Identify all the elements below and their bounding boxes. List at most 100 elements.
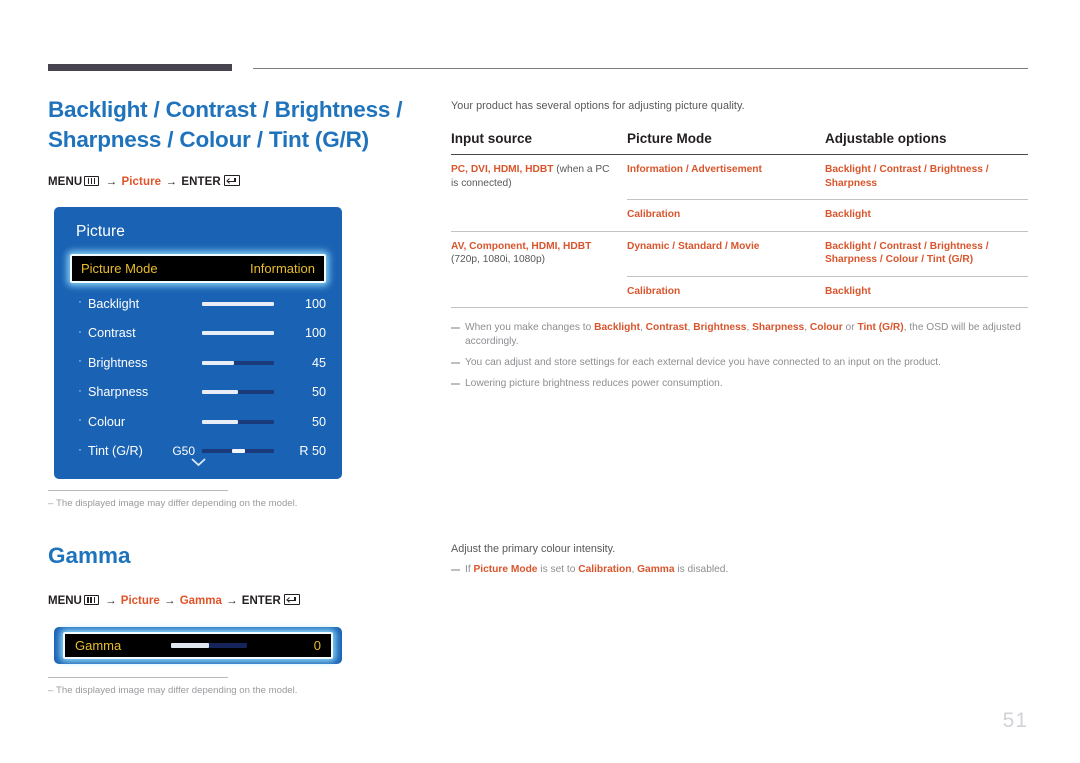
table-header-row: Input source Picture Mode Adjustable opt… <box>451 131 1028 155</box>
osd-row-label: Colour <box>88 414 126 429</box>
menu-icon <box>84 176 100 186</box>
gamma-menu-label: MENU <box>48 595 82 607</box>
header-block <box>48 64 232 71</box>
enter-label: ENTER <box>181 176 221 188</box>
menu-icon <box>83 595 99 605</box>
bullet-icon: · <box>78 412 82 427</box>
gamma-desc-note: If Picture Mode is set to Calibration, G… <box>451 563 971 577</box>
page-title: Backlight / Contrast / Brightness / Shar… <box>48 97 403 152</box>
osd-row-value: 100 <box>304 326 326 341</box>
osd-row-value: 45 <box>311 355 326 370</box>
osd-note: – The displayed image may differ dependin… <box>48 498 297 509</box>
osd-picture-panel: Picture Picture Mode Information · Backli… <box>54 207 342 479</box>
osd-row-value: 50 <box>311 414 326 429</box>
menu-label: MENU <box>48 176 83 188</box>
osd-row-slider[interactable] <box>202 331 274 336</box>
osd-gamma-label: Gamma <box>75 638 122 653</box>
osd-row-slider-wrap <box>136 331 282 336</box>
table-row: AV, Component, HDMI, HDBT (720p, 1080i, … <box>451 230 1028 276</box>
osd-title: Picture <box>76 223 125 240</box>
cell-picture-mode: Calibration <box>627 199 825 231</box>
osd-row[interactable]: · Contrast 100 <box>54 319 342 349</box>
osd-row-slider[interactable] <box>202 419 274 424</box>
left-column: Backlight / Contrast / Brightness / Shar… <box>48 95 433 188</box>
osd-row-slider-wrap <box>125 419 282 424</box>
osd-selected-label: Picture Mode <box>81 261 158 276</box>
header-rule <box>48 64 1028 72</box>
bullet-icon: · <box>78 294 82 309</box>
osd-row-slider-wrap <box>148 390 282 395</box>
arrow-2: → <box>163 595 176 607</box>
cell-adjustable-options: Backlight / Contrast / Brightness / Shar… <box>825 230 1028 276</box>
osd-row[interactable]: · Colour 50 <box>54 407 342 437</box>
bullet-icon: · <box>78 382 82 397</box>
gamma-note: – The displayed image may differ dependin… <box>48 685 297 696</box>
cell-input-source <box>451 276 627 308</box>
intro-text: Your product has several options for adj… <box>451 100 745 112</box>
cell-picture-mode: Dynamic / Standard / Movie <box>627 230 825 276</box>
osd-selected-row-picture-mode[interactable]: Picture Mode Information <box>70 254 326 283</box>
breadcrumb-gamma-path: MENU → Picture → Gamma → ENTER <box>48 594 300 607</box>
cell-input-source <box>451 200 627 232</box>
column-header-adjustable-options: Adjustable options <box>825 131 1028 155</box>
breadcrumb-menu-path: MENU → Picture → ENTER <box>48 175 433 188</box>
chevron-down-icon[interactable] <box>54 456 342 469</box>
note-dash: – <box>48 685 54 696</box>
osd-row-slider[interactable] <box>202 449 274 454</box>
osd-row-slider-wrap <box>139 301 282 306</box>
osd-row-slider[interactable] <box>202 360 274 365</box>
osd-row-label: Contrast <box>88 326 136 341</box>
enter-icon <box>283 594 300 605</box>
osd-row-slider[interactable] <box>202 301 274 306</box>
cell-adjustable-options: Backlight / Contrast / Brightness / Shar… <box>825 164 989 189</box>
note-item: You can adjust and store settings for ea… <box>451 356 1028 370</box>
osd-note-text: The displayed image may differ depending… <box>56 498 298 509</box>
osd-row-value: 100 <box>304 296 326 311</box>
table-row: Calibration Backlight <box>451 199 1028 232</box>
arrow-1: → <box>105 595 117 607</box>
osd-row[interactable]: · Sharpness 50 <box>54 378 342 408</box>
osd-row[interactable]: · Backlight 100 <box>54 289 342 319</box>
note-item: Lowering picture brightness reduces powe… <box>451 377 1028 391</box>
osd-row-label: Brightness <box>88 355 148 370</box>
osd-gamma-value: 0 <box>313 638 321 653</box>
note-dash: – <box>48 498 54 509</box>
osd-row-slider[interactable] <box>202 390 274 395</box>
cell-input-source: AV, Component, HDMI, HDBT (720p, 1080i, … <box>451 230 627 276</box>
gamma-section-title: Gamma <box>48 543 131 568</box>
note-item: When you make changes to Backlight, Cont… <box>451 321 1028 349</box>
enter-icon <box>223 175 240 186</box>
breadcrumb-step-picture: Picture <box>120 595 160 607</box>
gamma-note-text: The displayed image may differ depending… <box>56 685 298 696</box>
cell-picture-mode: Information / Advertisement <box>627 164 762 175</box>
right-column: Your product has several options for adj… <box>451 100 1028 398</box>
osd-gamma-slider-wrap <box>121 643 291 648</box>
header-line <box>253 68 1028 69</box>
cell-picture-mode: Calibration <box>627 275 825 308</box>
osd-row[interactable]: · Brightness 45 <box>54 348 342 378</box>
breadcrumb-step-picture: Picture <box>121 176 162 188</box>
cell-adjustable-options: Backlight <box>825 199 1028 231</box>
osd-row-label: Sharpness <box>88 385 149 400</box>
table-bottom-rule <box>451 307 1028 308</box>
breadcrumb-step-gamma: Gamma <box>179 595 222 607</box>
gamma-enter-label: ENTER <box>241 595 281 607</box>
bullet-icon: · <box>78 353 82 368</box>
column-header-input-source: Input source <box>451 131 627 155</box>
osd-gamma-row[interactable]: Gamma 0 <box>63 632 333 659</box>
osd-row-slider-wrap <box>148 360 282 365</box>
options-table: Input source Picture Mode Adjustable opt… <box>451 131 1028 308</box>
manual-page: Backlight / Contrast / Brightness / Shar… <box>0 0 1080 763</box>
cell-adjustable-options: Backlight <box>825 275 1028 308</box>
osd-rows: Picture Mode Information · Backlight 100 · C… <box>54 254 342 466</box>
column-header-picture-mode: Picture Mode <box>627 131 825 155</box>
osd-row-value: 50 <box>311 385 326 400</box>
gamma-note-rule <box>48 677 228 678</box>
table-row: PC, DVI, HDMI, HDBT (when a PC is connec… <box>451 155 1028 200</box>
osd-selected-value: Information <box>249 261 315 276</box>
table-row: Calibration Backlight <box>451 275 1028 308</box>
arrow-3: → <box>226 595 238 607</box>
osd-gamma-slider[interactable] <box>171 643 248 648</box>
osd-note-rule <box>48 490 228 491</box>
arrow-2: → <box>165 176 178 188</box>
